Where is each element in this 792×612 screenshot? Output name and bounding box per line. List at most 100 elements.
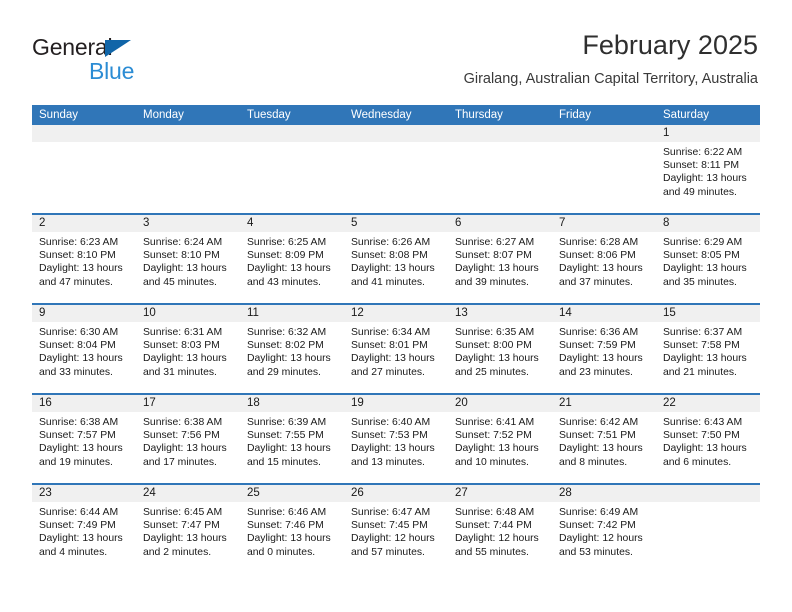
- sunset-text: Sunset: 7:53 PM: [351, 430, 428, 442]
- day-sun-info: Sunrise: 6:37 AM Sunset: 7:58 PM Daylight:…: [656, 322, 760, 379]
- day-cell-10[interactable]: 10 Sunrise: 6:31 AM Sunset: 8:03 PM Dayligh…: [136, 305, 240, 393]
- page-header: General Blue February 2025 Giralang, Aus…: [32, 28, 758, 98]
- day-cell-9[interactable]: 9 Sunrise: 6:30 AM Sunset: 8:04 PM Daylight…: [32, 305, 136, 393]
- day-number: 13: [448, 305, 552, 322]
- sunset-text: Sunset: 8:10 PM: [143, 250, 220, 262]
- day-number: 11: [240, 305, 344, 322]
- day-sun-info: Sunrise: 6:41 AM Sunset: 7:52 PM Daylight:…: [448, 412, 552, 469]
- sunrise-text: Sunrise: 6:42 AM: [559, 417, 639, 428]
- sunset-text: Sunset: 7:46 PM: [247, 520, 324, 532]
- daylight-text: Daylight: 13 hours and 49 minutes.: [663, 173, 747, 198]
- sunrise-text: Sunrise: 6:37 AM: [663, 327, 743, 338]
- day-number: [32, 125, 136, 142]
- sunset-text: Sunset: 7:58 PM: [663, 340, 740, 352]
- calendar-weeks: 1 Sunrise: 6:22 AM Sunset: 8:11 PM Daylight…: [32, 125, 760, 573]
- day-cell-13[interactable]: 13 Sunrise: 6:35 AM Sunset: 8:00 PM Dayligh…: [448, 305, 552, 393]
- day-cell-4[interactable]: 4 Sunrise: 6:25 AM Sunset: 8:09 PM Daylight…: [240, 215, 344, 303]
- day-cell-16[interactable]: 16 Sunrise: 6:38 AM Sunset: 7:57 PM Dayligh…: [32, 395, 136, 483]
- day-sun-info: Sunrise: 6:44 AM Sunset: 7:49 PM Daylight:…: [32, 502, 136, 559]
- sunset-text: Sunset: 7:51 PM: [559, 430, 636, 442]
- sunset-text: Sunset: 7:52 PM: [455, 430, 532, 442]
- day-cell-5[interactable]: 5 Sunrise: 6:26 AM Sunset: 8:08 PM Daylight…: [344, 215, 448, 303]
- day-cell-23[interactable]: 23 Sunrise: 6:44 AM Sunset: 7:49 PM Dayligh…: [32, 485, 136, 573]
- day-number: [448, 125, 552, 142]
- day-sun-info: Sunrise: 6:45 AM Sunset: 7:47 PM Daylight:…: [136, 502, 240, 559]
- day-cell-27[interactable]: 27 Sunrise: 6:48 AM Sunset: 7:44 PM Dayligh…: [448, 485, 552, 573]
- daylight-text: Daylight: 12 hours and 57 minutes.: [351, 533, 435, 558]
- sunrise-text: Sunrise: 6:26 AM: [351, 237, 431, 248]
- day-cell-17[interactable]: 17 Sunrise: 6:38 AM Sunset: 7:56 PM Dayligh…: [136, 395, 240, 483]
- day-sun-info: Sunrise: 6:29 AM Sunset: 8:05 PM Daylight:…: [656, 232, 760, 289]
- sunset-text: Sunset: 8:02 PM: [247, 340, 324, 352]
- day-cell-empty: [448, 125, 552, 213]
- day-number: [136, 125, 240, 142]
- daylight-text: Daylight: 12 hours and 55 minutes.: [455, 533, 539, 558]
- day-sun-info: Sunrise: 6:30 AM Sunset: 8:04 PM Daylight:…: [32, 322, 136, 379]
- day-cell-11[interactable]: 11 Sunrise: 6:32 AM Sunset: 8:02 PM Dayligh…: [240, 305, 344, 393]
- day-cell-24[interactable]: 24 Sunrise: 6:45 AM Sunset: 7:47 PM Dayligh…: [136, 485, 240, 573]
- sunset-text: Sunset: 8:10 PM: [39, 250, 116, 262]
- day-cell-18[interactable]: 18 Sunrise: 6:39 AM Sunset: 7:55 PM Dayligh…: [240, 395, 344, 483]
- day-number: 6: [448, 215, 552, 232]
- day-cell-7[interactable]: 7 Sunrise: 6:28 AM Sunset: 8:06 PM Daylight…: [552, 215, 656, 303]
- day-number: 2: [32, 215, 136, 232]
- day-cell-21[interactable]: 21 Sunrise: 6:42 AM Sunset: 7:51 PM Dayligh…: [552, 395, 656, 483]
- logo-text-general: General: [32, 34, 113, 60]
- daylight-text: Daylight: 13 hours and 31 minutes.: [143, 353, 227, 378]
- sunrise-text: Sunrise: 6:49 AM: [559, 507, 639, 518]
- sunrise-text: Sunrise: 6:38 AM: [39, 417, 119, 428]
- day-cell-2[interactable]: 2 Sunrise: 6:23 AM Sunset: 8:10 PM Daylight…: [32, 215, 136, 303]
- day-sun-info: Sunrise: 6:43 AM Sunset: 7:50 PM Daylight:…: [656, 412, 760, 469]
- day-cell-22[interactable]: 22 Sunrise: 6:43 AM Sunset: 7:50 PM Dayligh…: [656, 395, 760, 483]
- day-number: 8: [656, 215, 760, 232]
- sunset-text: Sunset: 8:08 PM: [351, 250, 428, 262]
- day-sun-info: Sunrise: 6:40 AM Sunset: 7:53 PM Daylight:…: [344, 412, 448, 469]
- day-number: [344, 125, 448, 142]
- daylight-text: Daylight: 13 hours and 17 minutes.: [143, 443, 227, 468]
- sunset-text: Sunset: 7:57 PM: [39, 430, 116, 442]
- weekday-header-wednesday: Wednesday: [351, 109, 412, 121]
- day-number: 23: [32, 485, 136, 502]
- day-number: 16: [32, 395, 136, 412]
- daylight-text: Daylight: 13 hours and 8 minutes.: [559, 443, 643, 468]
- day-sun-info: Sunrise: 6:31 AM Sunset: 8:03 PM Daylight:…: [136, 322, 240, 379]
- day-cell-6[interactable]: 6 Sunrise: 6:27 AM Sunset: 8:07 PM Daylight…: [448, 215, 552, 303]
- daylight-text: Daylight: 13 hours and 43 minutes.: [247, 263, 331, 288]
- day-sun-info: Sunrise: 6:28 AM Sunset: 8:06 PM Daylight:…: [552, 232, 656, 289]
- day-cell-19[interactable]: 19 Sunrise: 6:40 AM Sunset: 7:53 PM Dayligh…: [344, 395, 448, 483]
- sunrise-text: Sunrise: 6:38 AM: [143, 417, 223, 428]
- sunrise-text: Sunrise: 6:23 AM: [39, 237, 119, 248]
- day-cell-empty: [136, 125, 240, 213]
- sunset-text: Sunset: 7:50 PM: [663, 430, 740, 442]
- day-cell-25[interactable]: 25 Sunrise: 6:46 AM Sunset: 7:46 PM Dayligh…: [240, 485, 344, 573]
- day-cell-15[interactable]: 15 Sunrise: 6:37 AM Sunset: 7:58 PM Dayligh…: [656, 305, 760, 393]
- sunrise-text: Sunrise: 6:43 AM: [663, 417, 743, 428]
- logo-triangle-icon: [105, 40, 131, 57]
- day-cell-8[interactable]: 8 Sunrise: 6:29 AM Sunset: 8:05 PM Daylight…: [656, 215, 760, 303]
- day-cell-1[interactable]: 1 Sunrise: 6:22 AM Sunset: 8:11 PM Daylight…: [656, 125, 760, 213]
- daylight-text: Daylight: 13 hours and 21 minutes.: [663, 353, 747, 378]
- calendar-week-row: 2 Sunrise: 6:23 AM Sunset: 8:10 PM Daylight…: [32, 213, 760, 303]
- day-number: 27: [448, 485, 552, 502]
- sunset-text: Sunset: 7:59 PM: [559, 340, 636, 352]
- calendar-page: General Blue February 2025 Giralang, Aus…: [0, 0, 792, 612]
- sunrise-text: Sunrise: 6:28 AM: [559, 237, 639, 248]
- day-cell-3[interactable]: 3 Sunrise: 6:24 AM Sunset: 8:10 PM Daylight…: [136, 215, 240, 303]
- sunrise-text: Sunrise: 6:31 AM: [143, 327, 223, 338]
- day-cell-20[interactable]: 20 Sunrise: 6:41 AM Sunset: 7:52 PM Dayligh…: [448, 395, 552, 483]
- daylight-text: Daylight: 13 hours and 13 minutes.: [351, 443, 435, 468]
- calendar-week-row: 9 Sunrise: 6:30 AM Sunset: 8:04 PM Daylight…: [32, 303, 760, 393]
- daylight-text: Daylight: 13 hours and 33 minutes.: [39, 353, 123, 378]
- day-number: 10: [136, 305, 240, 322]
- day-sun-info: Sunrise: 6:34 AM Sunset: 8:01 PM Daylight:…: [344, 322, 448, 379]
- general-blue-logo[interactable]: General Blue: [32, 34, 252, 96]
- sunrise-text: Sunrise: 6:32 AM: [247, 327, 327, 338]
- day-sun-info: Sunrise: 6:48 AM Sunset: 7:44 PM Daylight:…: [448, 502, 552, 559]
- day-cell-26[interactable]: 26 Sunrise: 6:47 AM Sunset: 7:45 PM Dayligh…: [344, 485, 448, 573]
- day-number: 28: [552, 485, 656, 502]
- day-cell-14[interactable]: 14 Sunrise: 6:36 AM Sunset: 7:59 PM Dayligh…: [552, 305, 656, 393]
- day-cell-28[interactable]: 28 Sunrise: 6:49 AM Sunset: 7:42 PM Dayligh…: [552, 485, 656, 573]
- day-number: 15: [656, 305, 760, 322]
- day-cell-12[interactable]: 12 Sunrise: 6:34 AM Sunset: 8:01 PM Dayligh…: [344, 305, 448, 393]
- day-number: [656, 485, 760, 502]
